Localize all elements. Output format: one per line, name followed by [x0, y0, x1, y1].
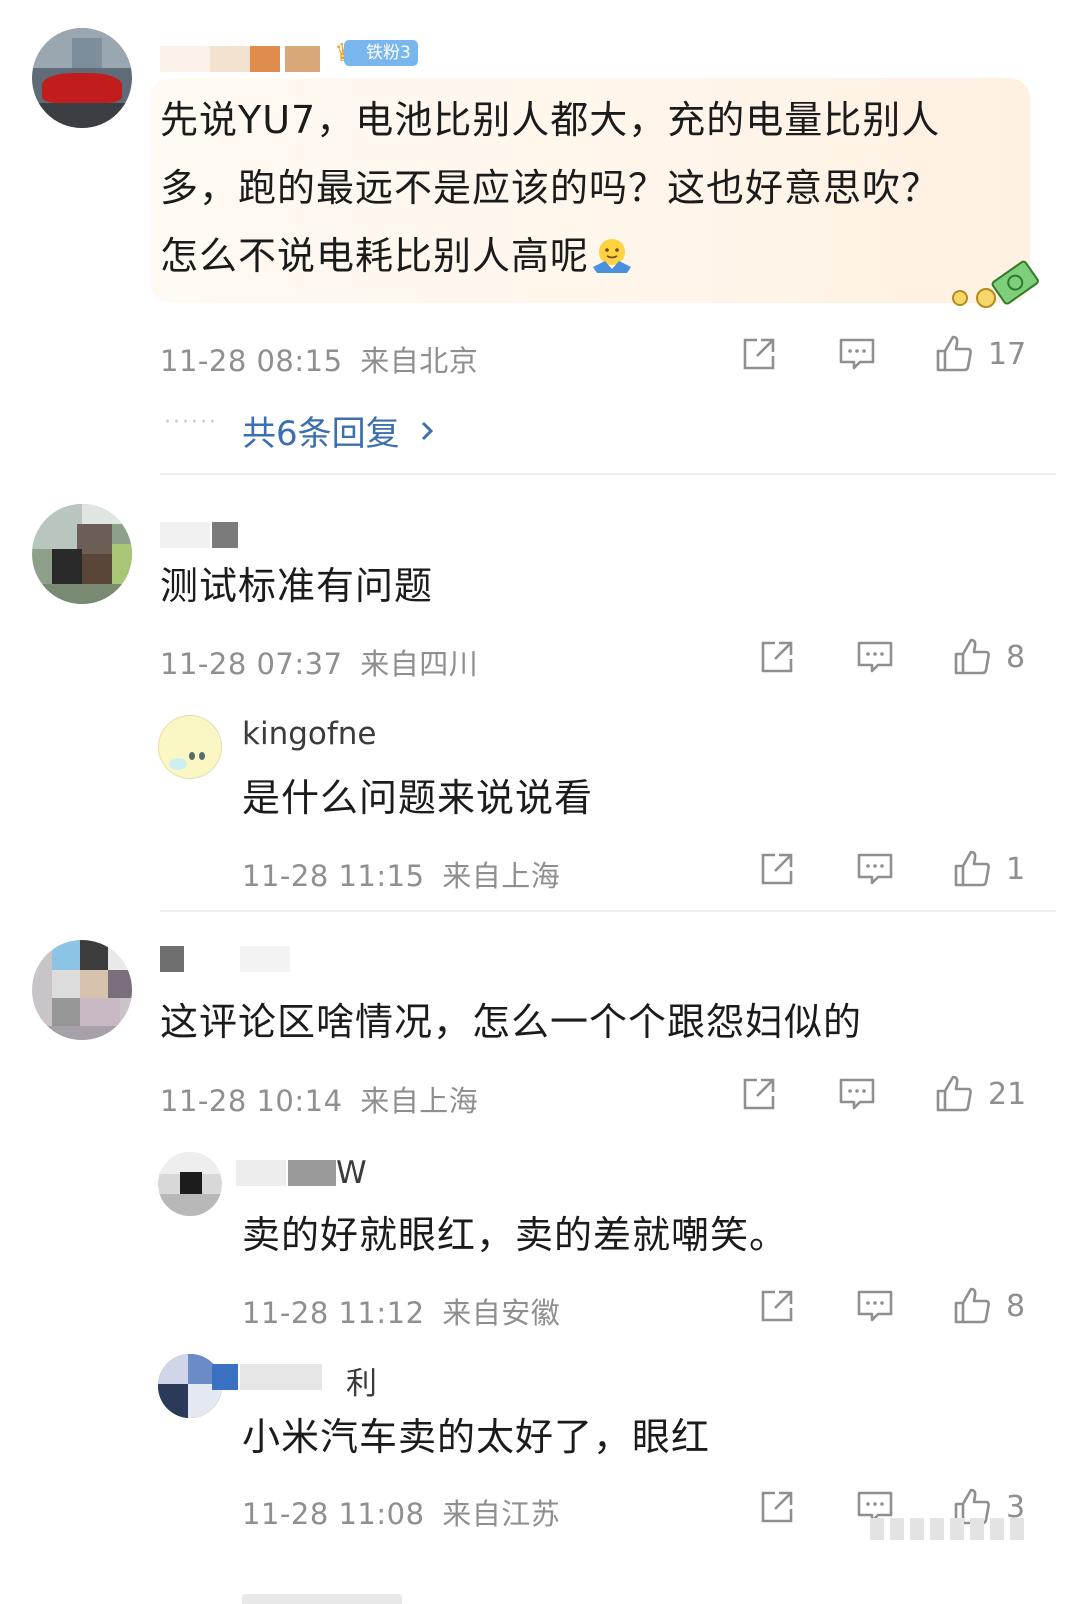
reply-actions: 1: [758, 849, 1025, 889]
comment-text-line: 怎么不说电耗比别人高呢: [160, 222, 1020, 290]
reply-location: 来自上海: [442, 859, 561, 893]
reply-meta: 11-28 11:12 来自安徽: [242, 1290, 560, 1332]
divider: [160, 473, 1056, 475]
share-button[interactable]: [758, 639, 796, 675]
share-icon: [761, 641, 793, 673]
fan-badge-label: 铁粉3: [344, 40, 418, 66]
cut-off-reply-link: [242, 1588, 432, 1604]
comment-text-line: 先说YU7，电池比别人都大，充的电量比别人: [160, 98, 941, 142]
divider: [160, 910, 1056, 912]
view-replies-link[interactable]: 共6条回复: [242, 406, 442, 455]
comment-button[interactable]: [838, 336, 876, 372]
reply-location: 来自江苏: [442, 1497, 561, 1531]
thumbs-up-icon: [936, 1075, 972, 1112]
reply-avatar[interactable]: [158, 715, 222, 779]
comment-location: 来自北京: [360, 344, 479, 378]
username-blurred[interactable]: [160, 46, 320, 72]
comment-location: 来自四川: [360, 647, 479, 681]
reply-text: 小米汽车卖的太好了，眼红: [242, 1415, 711, 1459]
share-icon: [761, 853, 793, 885]
money-decoration-icon: [952, 260, 1039, 308]
shrug-emoji-icon: [593, 239, 632, 273]
reply-avatar[interactable]: [158, 1152, 222, 1216]
like-button[interactable]: 8: [952, 1286, 1025, 1326]
share-button[interactable]: [758, 1288, 796, 1324]
share-button[interactable]: [758, 1489, 796, 1525]
fan-badge[interactable]: ♛ 铁粉3: [328, 36, 418, 70]
reply-username[interactable]: W: [336, 1155, 367, 1191]
avatar[interactable]: [32, 504, 132, 604]
like-button[interactable]: 21: [934, 1074, 1026, 1114]
thumbs-up-icon: [954, 638, 990, 675]
comment-time: 11-28 08:15: [160, 344, 343, 378]
reply-username[interactable]: kingofne: [242, 716, 377, 752]
avatar[interactable]: [32, 940, 132, 1040]
like-button[interactable]: 1: [952, 849, 1025, 889]
username-blurred[interactable]: [212, 1364, 322, 1390]
share-icon: [743, 338, 775, 370]
comment-time: 11-28 07:37: [160, 647, 343, 681]
like-count: 1: [1006, 851, 1026, 887]
reply-text: 是什么问题来说说看: [242, 776, 594, 820]
username-blurred[interactable]: [160, 946, 290, 972]
thumbs-up-icon: [936, 335, 972, 372]
username-blurred[interactable]: [160, 522, 240, 548]
like-button[interactable]: 8: [952, 637, 1025, 677]
comment-text: 测试标准有问题: [160, 564, 434, 608]
reply-meta: 11-28 11:15 来自上海: [242, 853, 560, 895]
comment-text: 这评论区啥情况，怎么一个个跟怨妇似的: [160, 1000, 863, 1044]
comment-text: 先说YU7，电池比别人都大，充的电量比别人 多，跑的最远不是应该的吗？这也好意思…: [160, 86, 1020, 290]
username-blurred[interactable]: [236, 1160, 336, 1186]
comment-button[interactable]: [856, 851, 894, 887]
reply-dots: ······: [164, 410, 218, 435]
like-count: 21: [988, 1076, 1027, 1112]
comment-text-line: 多，跑的最远不是应该的吗？这也好意思吹？: [160, 166, 941, 210]
thumbs-up-icon: [954, 850, 990, 887]
share-icon: [761, 1491, 793, 1523]
reply-location: 来自安徽: [442, 1296, 561, 1330]
like-button[interactable]: 17: [934, 334, 1026, 374]
share-button[interactable]: [758, 851, 796, 887]
comment-actions: 21: [740, 1074, 1026, 1114]
comment-location: 来自上海: [360, 1084, 479, 1118]
comment-icon: [857, 853, 893, 885]
comment-icon: [857, 1290, 893, 1322]
comment-actions: 17: [740, 334, 1026, 374]
comment-time: 11-28 10:14: [160, 1084, 343, 1118]
comment-actions: 8: [758, 637, 1025, 677]
comment-icon: [839, 338, 875, 370]
comment-meta: 11-28 10:14 来自上海: [160, 1078, 478, 1120]
chevron-right-icon: [421, 421, 433, 440]
share-button[interactable]: [740, 1076, 778, 1112]
like-count: 8: [1006, 639, 1026, 675]
thumbs-up-icon: [954, 1287, 990, 1324]
share-icon: [761, 1290, 793, 1322]
reply-meta: 11-28 11:08 来自江苏: [242, 1491, 560, 1533]
comment-icon: [839, 1078, 875, 1110]
reply-actions: 8: [758, 1286, 1025, 1326]
comment-button[interactable]: [856, 639, 894, 675]
comment-button[interactable]: [856, 1288, 894, 1324]
watermark: [870, 1518, 1024, 1540]
avatar[interactable]: [32, 28, 132, 128]
reply-summary: 共6条回复: [242, 414, 400, 454]
comment-icon: [857, 641, 893, 673]
like-count: 8: [1006, 1288, 1026, 1324]
reply-time: 11-28 11:15: [242, 859, 425, 893]
comment-button[interactable]: [838, 1076, 876, 1112]
comment-meta: 11-28 07:37 来自四川: [160, 641, 478, 683]
share-icon: [743, 1078, 775, 1110]
share-button[interactable]: [740, 336, 778, 372]
reply-text: 卖的好就眼红，卖的差就嘲笑。: [242, 1213, 789, 1257]
comment-meta: 11-28 08:15 来自北京: [160, 338, 478, 380]
reply-username[interactable]: 利: [346, 1358, 377, 1403]
reply-time: 11-28 11:12: [242, 1296, 425, 1330]
reply-time: 11-28 11:08: [242, 1497, 425, 1531]
like-count: 17: [988, 336, 1027, 372]
